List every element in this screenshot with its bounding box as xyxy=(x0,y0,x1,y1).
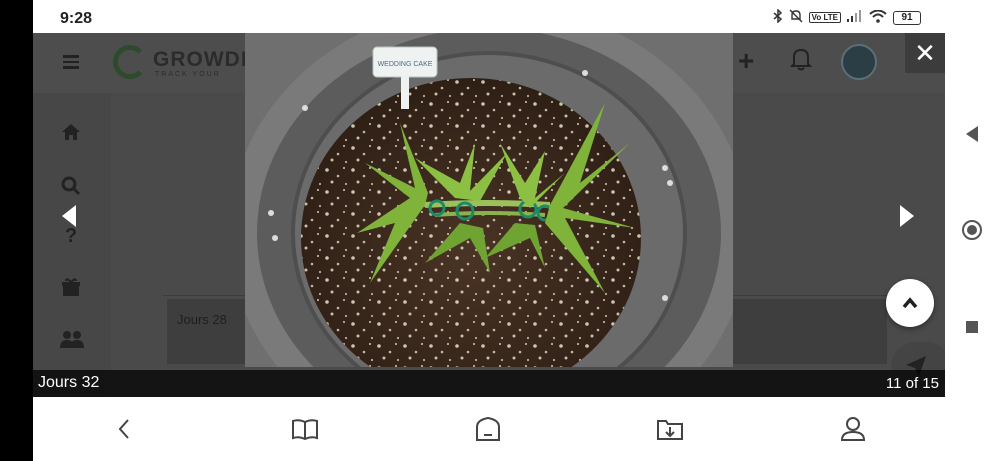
hamburger-icon[interactable] xyxy=(63,55,79,69)
wifi-icon xyxy=(869,9,887,26)
book-icon[interactable] xyxy=(291,415,319,443)
bluetooth-icon xyxy=(773,8,783,26)
download-folder-icon[interactable] xyxy=(656,415,684,443)
photo-counter: 11 of 15 xyxy=(885,375,939,392)
recents-square-icon[interactable] xyxy=(964,319,980,340)
back-triangle-icon[interactable] xyxy=(963,124,981,149)
signal-icon xyxy=(847,10,863,25)
mute-bell-icon xyxy=(789,9,803,26)
phone-screen: 9:28 Vo LTE 91 GROWDIA TRACK YOUR + ? Jo… xyxy=(33,0,945,461)
home-outline-icon[interactable] xyxy=(474,415,502,443)
photo-caption: Jours 32 xyxy=(38,374,100,391)
browser-bottom-nav xyxy=(33,397,945,461)
android-nav-bar xyxy=(945,0,1000,461)
previous-photo-button[interactable] xyxy=(59,203,79,229)
battery-indicator: 91 xyxy=(893,10,921,25)
triangle-left-icon xyxy=(59,205,79,233)
users-icon[interactable] xyxy=(60,329,84,351)
triangle-right-icon xyxy=(897,205,917,233)
growdiaries-logo-icon xyxy=(113,45,147,79)
close-lightbox-button[interactable]: ✕ xyxy=(905,33,945,73)
next-photo-button[interactable] xyxy=(897,203,917,229)
home-circle-icon[interactable] xyxy=(961,219,983,246)
home-icon[interactable] xyxy=(60,123,82,145)
site-sidebar: ? xyxy=(33,93,111,397)
status-icons: Vo LTE 91 xyxy=(773,8,921,26)
diary-week-label: Jours 28 xyxy=(177,312,227,327)
scroll-to-top-button[interactable] xyxy=(886,279,934,327)
logo-tagline: TRACK YOUR xyxy=(155,71,221,78)
chevron-left-icon[interactable] xyxy=(111,415,139,443)
bell-icon[interactable] xyxy=(789,47,813,71)
plant-tag-text: WEDDING CAKE xyxy=(378,61,433,68)
caption-bar xyxy=(33,370,945,397)
chevron-up-icon xyxy=(902,296,918,314)
lightbox-photo: WEDDING CAKE xyxy=(245,33,733,367)
person-icon[interactable] xyxy=(839,415,867,443)
root: 9:28 Vo LTE 91 GROWDIA TRACK YOUR + ? Jo… xyxy=(0,0,1000,461)
gift-icon[interactable] xyxy=(60,277,82,299)
user-avatar[interactable] xyxy=(841,44,877,80)
search-icon[interactable] xyxy=(60,176,82,198)
volte-indicator: Vo LTE xyxy=(808,12,841,23)
status-time: 9:28 xyxy=(60,10,93,27)
plus-icon[interactable]: + xyxy=(738,45,754,77)
left-bezel xyxy=(0,0,33,461)
status-bar: 9:28 Vo LTE 91 xyxy=(33,0,945,33)
